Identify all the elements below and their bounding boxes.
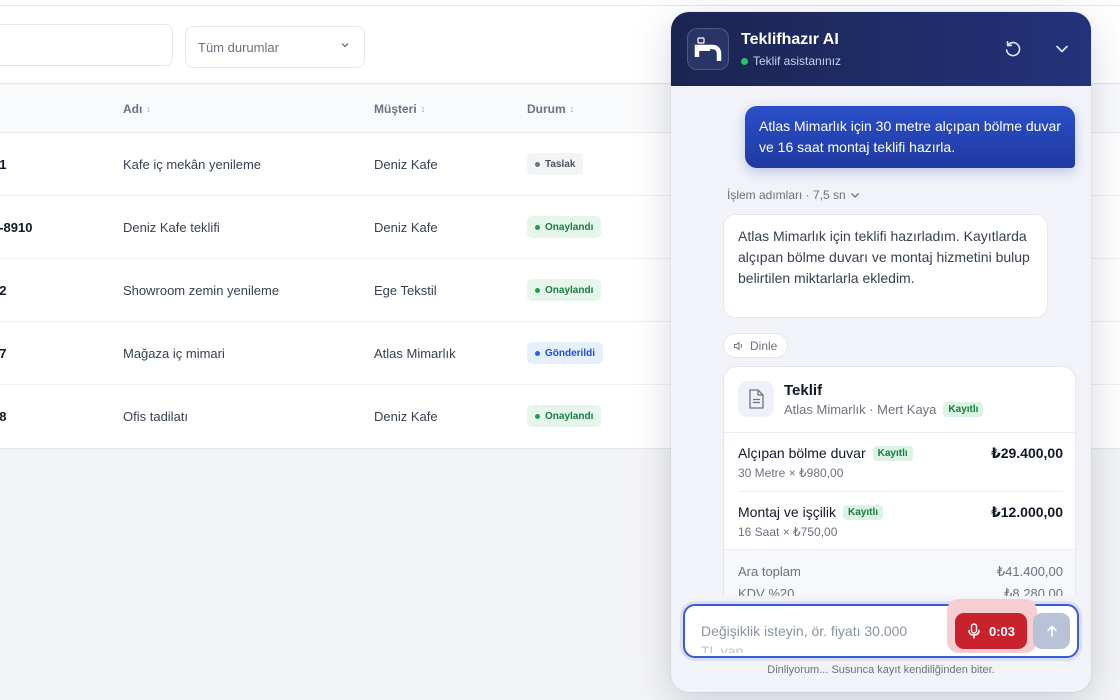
quote-name: Kafe iç mekân yenileme xyxy=(123,157,262,172)
status-badge: Onaylandı xyxy=(527,216,602,238)
chevron-down-icon xyxy=(341,43,349,48)
quote-card-header: Teklif Atlas Mimarlık · Mert Kaya Kayıtl… xyxy=(724,367,1075,433)
status-badge: Onaylandı xyxy=(527,279,602,301)
listen-button[interactable]: Dinle xyxy=(723,333,789,358)
quote-name: Deniz Kafe teklifi xyxy=(123,220,220,235)
column-header-status[interactable]: Durum ↕ xyxy=(527,102,574,116)
subtotal-value: ₺41.400,00 xyxy=(996,564,1063,579)
arrow-up-icon xyxy=(1046,625,1057,637)
saved-badge: Kayıtlı xyxy=(872,445,913,461)
send-button[interactable] xyxy=(1033,613,1070,649)
column-header-customer[interactable]: Müşteri ↕ xyxy=(374,102,425,116)
quote-customer: Deniz Kafe xyxy=(374,157,438,172)
sort-icon: ↕ xyxy=(420,104,426,114)
line-item-name: Alçıpan bölme duvar xyxy=(738,445,866,461)
quote-card[interactable]: Teklif Atlas Mimarlık · Mert Kaya Kayıtl… xyxy=(723,366,1076,616)
reset-chat-icon[interactable] xyxy=(1003,39,1023,59)
assistant-panel: Teklifhazır AI Teklif asistanınız Atlas … xyxy=(671,12,1091,692)
saved-badge: Kayıtlı xyxy=(943,402,984,417)
chat-input-area: Değişiklik isteyin, ör. fiyatı 30.000 TL… xyxy=(671,596,1091,692)
online-status-dot xyxy=(741,57,748,65)
status-filter-value: Tüm durumlar xyxy=(198,39,279,55)
quote-number: 72 xyxy=(0,283,7,298)
quote-number: 3-8910 xyxy=(0,220,33,235)
sort-icon: ↕ xyxy=(569,104,575,114)
chevron-down-icon[interactable] xyxy=(1052,39,1072,59)
process-steps-toggle[interactable]: İşlem adımları · 7,5 sn xyxy=(727,188,861,202)
quote-customer: Deniz Kafe xyxy=(374,220,438,235)
quote-customer: Ege Tekstil xyxy=(374,283,437,298)
column-header-name[interactable]: Adı ↕ xyxy=(123,102,151,116)
status-filter-select[interactable]: Tüm durumlar xyxy=(185,26,365,68)
status-badge: Onaylandı xyxy=(527,405,602,427)
assistant-header: Teklifhazır AI Teklif asistanınız xyxy=(671,12,1091,86)
speaker-icon xyxy=(734,340,743,351)
sort-icon: ↕ xyxy=(146,104,151,114)
line-item-price: ₺12.000,00 xyxy=(990,504,1063,520)
quote-customer: Atlas Mimarlık xyxy=(374,346,456,361)
assistant-title: Teklifhazır AI xyxy=(741,31,839,48)
saved-badge: Kayıtlı xyxy=(843,504,884,520)
voice-record-button[interactable]: 0:03 xyxy=(955,613,1027,649)
message-input[interactable]: Değişiklik isteyin, ör. fiyatı 30.000 TL… xyxy=(683,599,1079,658)
subtotal-row: Ara toplam ₺41.400,00 xyxy=(738,564,1063,579)
app-logo-icon xyxy=(687,28,729,70)
line-item-price: ₺29.400,00 xyxy=(990,445,1063,461)
line-item-quantity: 30 Metre × ₺980,00 xyxy=(738,466,844,480)
assistant-message: Atlas Mimarlık için teklifi hazırladım. … xyxy=(723,214,1048,318)
quote-number: 88 xyxy=(0,409,7,424)
quote-name: Ofis tadilatı xyxy=(123,409,189,424)
message-input-placeholder: Değişiklik isteyin, ör. fiyatı 30.000 xyxy=(701,623,908,639)
listening-hint: Dinliyorum... Susunca kayıt kendiliğinde… xyxy=(767,664,995,676)
quote-subtitle: Atlas Mimarlık · Mert Kaya Kayıtlı xyxy=(784,402,984,417)
document-icon xyxy=(738,381,774,417)
quote-number: 21 xyxy=(0,157,7,172)
message-input-placeholder-continued: TL yap xyxy=(701,643,744,653)
line-item: Alçıpan bölme duvar Kayıtlı 30 Metre × ₺9… xyxy=(738,433,1063,492)
line-item-quantity: 16 Saat × ₺750,00 xyxy=(738,525,838,539)
assistant-subtitle: Teklif asistanınız xyxy=(741,54,841,68)
microphone-icon xyxy=(968,623,980,639)
line-item-name: Montaj ve işçilik xyxy=(738,504,837,520)
quote-name: Showroom zemin yenileme xyxy=(123,283,280,298)
line-item: Montaj ve işçilik Kayıtlı 16 Saat × ₺750,… xyxy=(738,492,1063,551)
recording-timer: 0:03 xyxy=(988,623,1016,639)
chevron-down-icon xyxy=(850,193,859,198)
quote-customer: Deniz Kafe xyxy=(374,409,438,424)
quote-name: Mağaza iç mimari xyxy=(123,346,225,361)
search-input[interactable] xyxy=(0,24,173,66)
quote-title: Teklif xyxy=(784,382,823,399)
status-badge: Gönderildi xyxy=(527,342,603,364)
user-message: Atlas Mimarlık için 30 metre alçıpan böl… xyxy=(745,106,1075,168)
quote-number: 77 xyxy=(0,346,7,361)
status-badge: Taslak xyxy=(527,153,584,175)
